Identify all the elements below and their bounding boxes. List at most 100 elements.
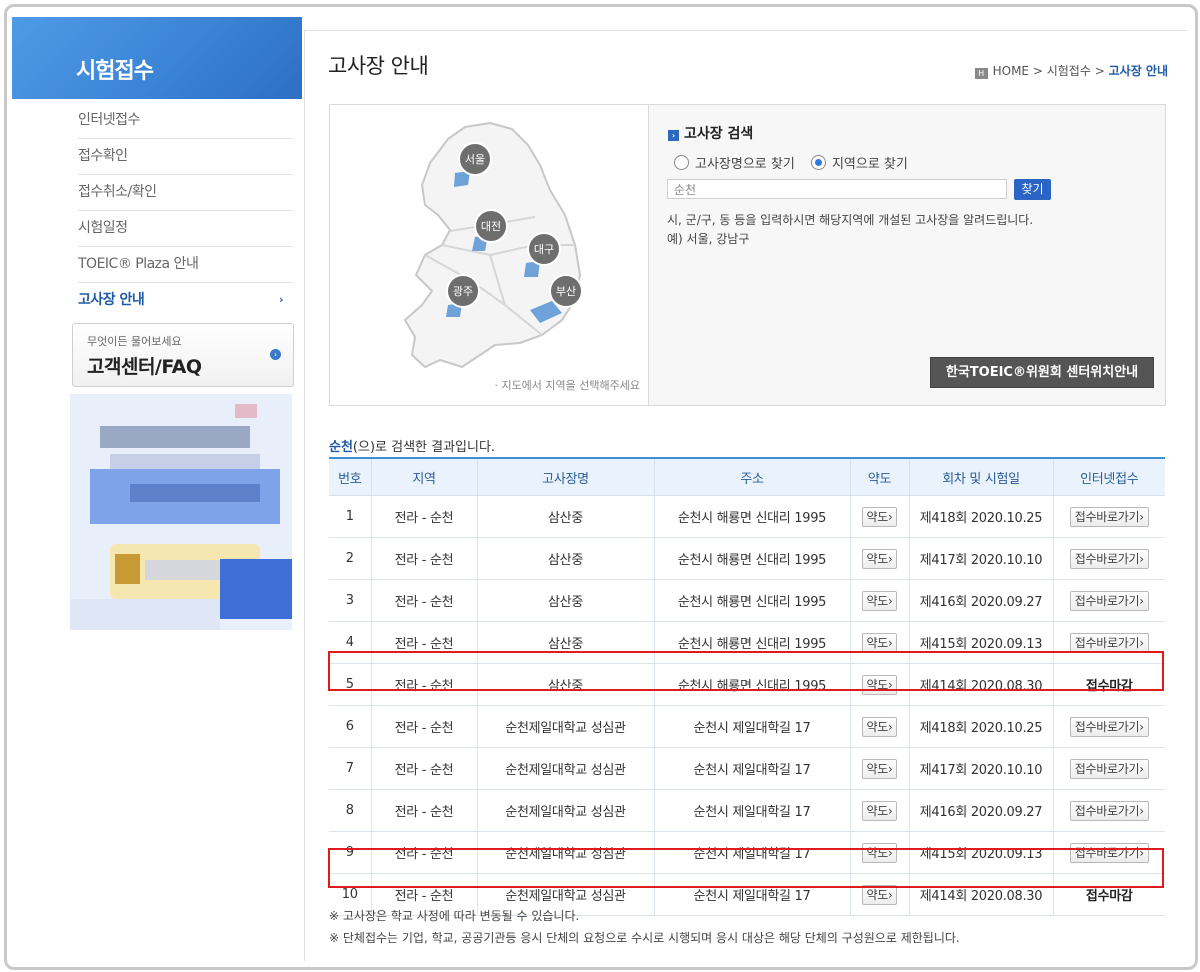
cell-session: 제416회 2020.09.27 — [908, 789, 1054, 832]
breadcrumb: H HOME > 시험접수 > 고사장 안내 — [974, 62, 1168, 79]
map-pin-gwangju[interactable]: 광주 — [446, 274, 480, 308]
cell-session: 제417회 2020.10.10 — [908, 747, 1054, 790]
radio-region[interactable] — [810, 155, 826, 170]
map-pin-busan[interactable]: 부산 — [549, 274, 583, 308]
arrow-box-icon: › — [668, 130, 679, 141]
cell-region: 전라 - 순천 — [370, 747, 478, 790]
apply-button-label: 접수바로가기 — [1074, 551, 1140, 566]
map-button-label: 약도 — [866, 551, 889, 566]
apply-button[interactable]: 접수바로가기› — [1069, 800, 1149, 821]
faq-banner[interactable]: 무엇이든 물어보세요 고객센터/FAQ › — [72, 323, 294, 387]
highlight-row-5 — [328, 651, 1164, 691]
sidebar-item-label: 고사장 안내 — [78, 292, 145, 308]
cell-map: 약도› — [849, 789, 910, 832]
table-row: 1 전라 - 순천 삼산중 순천시 해룡면 신대리 1995 약도› 제418회 2020… — [329, 495, 1165, 538]
highlight-row-10 — [328, 848, 1164, 888]
apply-button-label: 접수바로가기 — [1074, 593, 1140, 608]
apply-button[interactable]: 접수바로가기› — [1069, 590, 1149, 611]
sidebar-item-apply-check[interactable]: 접수확인 — [78, 139, 293, 175]
breadcrumb-current: 고사장 안내 — [1108, 64, 1168, 78]
search-description: 시, 군/구, 동 등을 입력하시면 해당지역에 개설된 고사장을 알려드립니다… — [667, 211, 1033, 249]
apply-button[interactable]: 접수바로가기› — [1069, 758, 1149, 779]
col-header-map: 약도 — [849, 458, 910, 496]
table-row: 3 전라 - 순천 삼산중 순천시 해룡면 신대리 1995 약도› 제416회 2020… — [329, 579, 1165, 622]
cell-apply: 접수바로가기› — [1052, 579, 1165, 622]
cell-map: 약도› — [849, 705, 910, 748]
chevron-right-icon: › — [278, 293, 284, 306]
cell-region: 전라 - 순천 — [370, 705, 478, 748]
result-keyword: 순천 — [329, 440, 353, 455]
search-panel: 서울 대전 대구 광주 부산 · 지도에서 지역을 선택해주세요 › 고사장 검색 — [329, 104, 1166, 406]
cell-venue: 순천제일대학교 성심관 — [476, 705, 655, 748]
cell-venue: 삼산중 — [476, 579, 655, 622]
map-pin-seoul[interactable]: 서울 — [458, 142, 492, 176]
apply-button-label: 접수바로가기 — [1074, 719, 1140, 734]
table-row: 7 전라 - 순천 순천제일대학교 성심관 순천시 제일대학길 17 약도› 제417회 … — [329, 747, 1165, 790]
result-caption-text: (으)로 검색한 결과입니다. — [352, 440, 496, 455]
map-button[interactable]: 약도› — [861, 716, 898, 737]
sidebar-item-plaza[interactable]: TOEIC® Plaza 안내 — [78, 247, 293, 283]
cell-map: 약도› — [849, 579, 910, 622]
table-row: 2 전라 - 순천 삼산중 순천시 해룡면 신대리 1995 약도› 제417회 2020… — [329, 537, 1165, 580]
svg-text:서울: 서울 — [465, 153, 485, 166]
sidebar-item-cancel[interactable]: 접수취소/확인 — [78, 175, 293, 211]
table-row: 8 전라 - 순천 순천제일대학교 성심관 순천시 제일대학길 17 약도› 제416회 … — [329, 789, 1165, 832]
sidebar-item-venue-guide[interactable]: 고사장 안내 › — [78, 283, 293, 318]
apply-button[interactable]: 접수바로가기› — [1069, 506, 1149, 527]
map-pin-daegu[interactable]: 대구 — [527, 232, 561, 266]
cell-address: 순천시 제일대학길 17 — [653, 747, 851, 790]
svg-text:광주: 광주 — [453, 285, 473, 298]
cell-no: 3 — [329, 579, 372, 622]
sidebar-header: 시험접수 — [12, 17, 302, 99]
cell-venue: 삼산중 — [476, 495, 655, 538]
col-header-address: 주소 — [653, 458, 851, 496]
cell-map: 약도› — [849, 495, 910, 538]
cell-no: 8 — [329, 789, 372, 832]
search-desc-line: 시, 군/구, 동 등을 입력하시면 해당지역에 개설된 고사장을 알려드립니다… — [667, 213, 1034, 227]
sidebar-item-internet-apply[interactable]: 인터넷접수 — [78, 103, 293, 139]
cell-address: 순천시 제일대학길 17 — [653, 705, 851, 748]
radio-region-label[interactable]: 지역으로 찾기 — [832, 157, 908, 172]
radio-venue-name-label[interactable]: 고사장명으로 찾기 — [695, 157, 795, 172]
map-pin-daejeon[interactable]: 대전 — [474, 209, 508, 243]
apply-button[interactable]: 접수바로가기› — [1069, 632, 1149, 653]
cell-venue: 삼산중 — [476, 537, 655, 580]
cell-address: 순천시 해룡면 신대리 1995 — [653, 579, 851, 622]
map-button[interactable]: 약도› — [861, 506, 898, 527]
notes: ※ 고사장은 학교 사정에 따라 변동될 수 있습니다. ※ 단체접수는 기업,… — [329, 905, 960, 949]
apply-button[interactable]: 접수바로가기› — [1069, 548, 1149, 569]
map-button-label: 약도 — [866, 719, 889, 734]
blurred-ad-banner[interactable] — [70, 394, 292, 630]
radio-venue-name[interactable] — [674, 155, 689, 170]
search-input[interactable]: 순천 — [667, 179, 1007, 199]
search-example-line: 예) 서울, 강남구 — [667, 232, 750, 246]
breadcrumb-home[interactable]: HOME — [993, 64, 1029, 78]
cell-session: 제416회 2020.09.27 — [908, 579, 1054, 622]
breadcrumb-sep: > — [1094, 64, 1105, 78]
svg-text:대전: 대전 — [481, 220, 501, 233]
korea-map-svg: 서울 대전 대구 광주 부산 — [403, 121, 583, 369]
cell-venue: 순천제일대학교 성심관 — [476, 789, 655, 832]
table-header-row: 번호 지역 고사장명 주소 약도 회차 및 시험일 인터넷접수 — [329, 458, 1165, 496]
cell-apply: 접수바로가기› — [1052, 705, 1165, 748]
map-button[interactable]: 약도› — [861, 800, 898, 821]
cell-address: 순천시 제일대학길 17 — [653, 789, 851, 832]
cell-no: 6 — [329, 705, 372, 748]
faq-title: 고객센터/FAQ — [87, 356, 202, 378]
apply-button[interactable]: 접수바로가기› — [1069, 716, 1149, 737]
map-button[interactable]: 약도› — [861, 548, 898, 569]
search-button[interactable]: 찾기 — [1014, 179, 1051, 200]
map-button[interactable]: 약도› — [861, 758, 898, 779]
map-button[interactable]: 약도› — [861, 590, 898, 611]
cell-apply: 접수바로가기› — [1052, 747, 1165, 790]
table-row: 6 전라 - 순천 순천제일대학교 성심관 순천시 제일대학길 17 약도› 제418회 … — [329, 705, 1165, 748]
center-location-button[interactable]: 한국TOEIC®위원회 센터위치안내 — [930, 357, 1154, 388]
map-button[interactable]: 약도› — [861, 632, 898, 653]
map-button-label: 약도 — [866, 635, 889, 650]
cell-apply: 접수바로가기› — [1052, 789, 1165, 832]
col-header-no: 번호 — [329, 458, 372, 496]
sidebar-item-schedule[interactable]: 시험일정 — [78, 211, 293, 247]
map-button-label: 약도 — [866, 509, 889, 524]
breadcrumb-apply[interactable]: 시험접수 — [1047, 64, 1091, 78]
faq-subtitle: 무엇이든 물어보세요 — [87, 335, 182, 348]
